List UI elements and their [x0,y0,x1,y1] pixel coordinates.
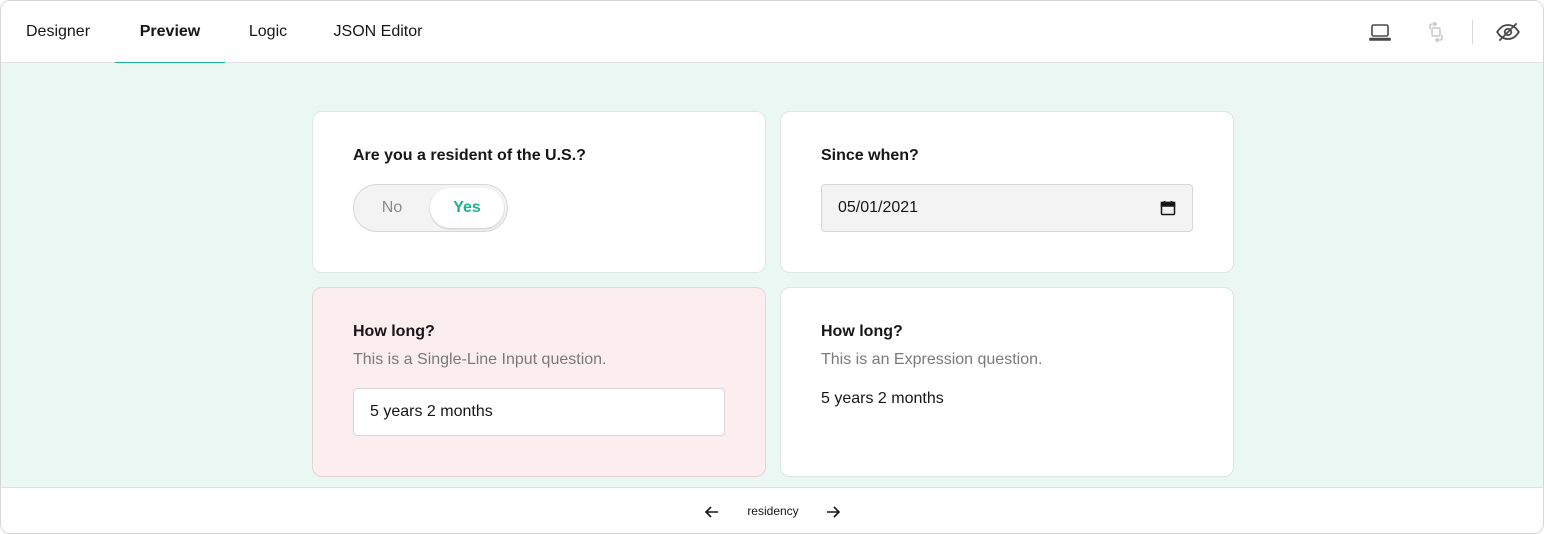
question-title: Since when? [821,147,919,164]
toolbar-separator [1472,20,1473,44]
question-card-how-long-expression: How long? This is an Expression question… [780,287,1234,477]
question-title: How long? [821,323,903,340]
question-description: This is an Expression question. [821,351,1043,368]
tab-bar: Designer Preview Logic JSON Editor [1,1,1543,64]
page-navigation-bar: residency [1,487,1543,533]
tab-designer[interactable]: Designer [13,1,103,63]
survey-creator-window: Designer Preview Logic JSON Editor Are y… [0,0,1544,534]
tab-preview[interactable]: Preview [115,1,225,64]
question-card-how-long-input: How long? This is a Single-Line Input qu… [312,287,766,477]
toggle-invisible-elements-button[interactable] [1491,15,1525,49]
single-line-input[interactable]: 5 years 2 months [353,388,725,436]
calendar-icon[interactable] [1160,200,1176,216]
next-page-button[interactable] [822,501,844,523]
arrow-right-icon [827,506,841,518]
question-title: Are you a resident of the U.S.? [353,147,586,164]
tab-json-editor[interactable]: JSON Editor [323,1,433,63]
device-laptop-button[interactable] [1363,15,1397,49]
question-description: This is a Single-Line Input question. [353,351,607,368]
date-input[interactable]: 05/01/2021 [821,184,1193,232]
survey-preview-area: Are you a resident of the U.S.? No Yes S… [1,63,1543,487]
question-title: How long? [353,323,435,340]
orientation-button[interactable] [1419,15,1453,49]
boolean-toggle[interactable]: No Yes [353,184,508,232]
laptop-icon [1369,24,1391,41]
expression-value: 5 years 2 months [821,390,944,407]
toggle-option-no[interactable]: No [354,185,430,231]
orientation-rotate-icon [1429,21,1443,43]
eye-off-icon [1496,22,1520,42]
question-card-resident: Are you a resident of the U.S.? No Yes [312,111,766,273]
question-card-since-when: Since when? 05/01/2021 [780,111,1234,273]
toggle-option-yes[interactable]: Yes [430,188,504,228]
tab-logic[interactable]: Logic [237,1,299,63]
date-value: 05/01/2021 [838,199,919,216]
